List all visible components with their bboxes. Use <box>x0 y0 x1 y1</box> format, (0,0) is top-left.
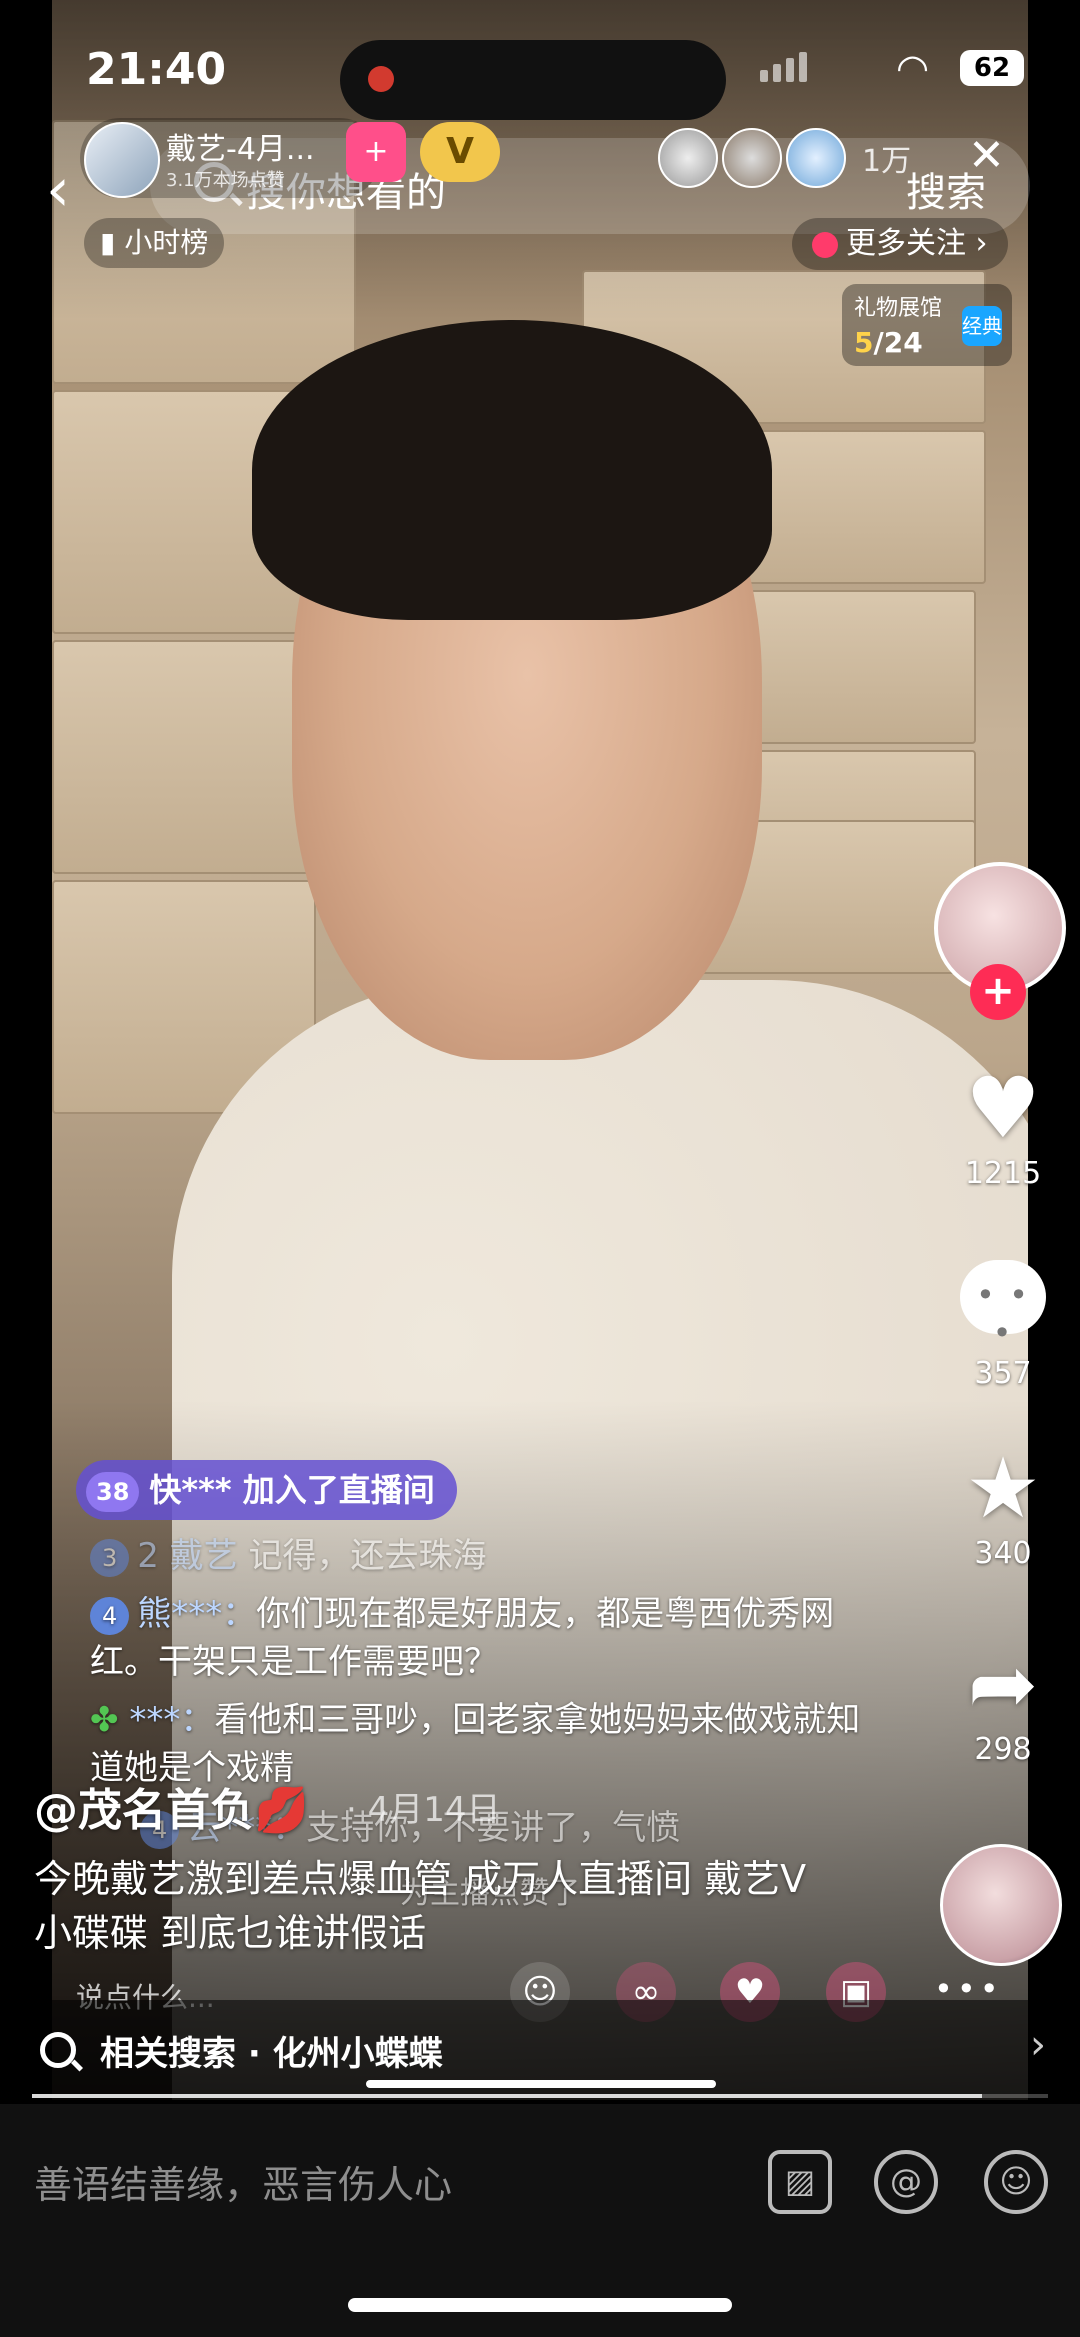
more-follow-label: 更多关注 <box>846 226 966 261</box>
music-disc-avatar[interactable] <box>940 1844 1062 1966</box>
close-icon[interactable]: ✕ <box>968 130 1005 181</box>
gift-hall-title: 礼物展馆 <box>854 296 943 321</box>
fan-club-heart-icon[interactable]: + <box>346 122 406 182</box>
wifi-icon: ◠ <box>896 46 930 90</box>
gift-hall-total: /24 <box>873 326 923 359</box>
share-arrow-icon: ➦ <box>967 1635 1039 1733</box>
chat-user: ***： <box>129 1700 215 1740</box>
search-icon <box>40 2032 76 2068</box>
image-icon[interactable]: ▨ <box>768 2150 832 2214</box>
level-badge: 38 <box>86 1472 140 1512</box>
hourly-rank-button[interactable]: ▮ 小时榜 <box>84 218 225 268</box>
viewer-avatar[interactable] <box>722 128 782 188</box>
host-name: 戴艺-4月... <box>166 132 315 167</box>
streamer-hair <box>252 320 772 620</box>
gift-hall-current: 5 <box>854 326 874 359</box>
comment-button[interactable]: 357 <box>948 1250 1058 1391</box>
video-progress-fill <box>32 2094 982 2098</box>
viewer-avatar[interactable] <box>786 128 846 188</box>
follow-icon <box>812 231 838 258</box>
follow-plus-icon[interactable]: + <box>970 964 1026 1020</box>
video-caption: 今晚戴艺激到差点爆血管 成万人直播间 戴艺V小碟碟 到底乜谁讲假话 <box>34 1857 807 1955</box>
comment-icon <box>960 1260 1046 1352</box>
chat-user: 2 戴艺 <box>137 1536 238 1576</box>
emoji-icon[interactable]: ☺ <box>984 2150 1048 2214</box>
chat-text: 记得，还去珠海 <box>248 1536 487 1576</box>
chat-message[interactable]: 32 戴艺 记得，还去珠海 <box>90 1532 710 1580</box>
post-date: · 4月14日 <box>346 1790 501 1830</box>
chat-message[interactable]: 4 熊***：你们现在都是好朋友，都是粤西优秀网红。干架只是工作需要吧？ <box>90 1590 890 1686</box>
hourly-rank-label: 小时榜 <box>124 226 209 259</box>
comment-input[interactable]: 善语结善缘，恶言伤人心 <box>34 2154 452 2209</box>
scrub-handle[interactable] <box>366 2080 716 2088</box>
recording-dot-icon <box>368 66 394 92</box>
comment-count: 357 <box>974 1356 1032 1391</box>
signal-icon <box>760 52 812 82</box>
mention-icon[interactable]: @ <box>874 2150 938 2214</box>
gift-hall-progress: 5/24 <box>854 326 923 359</box>
level-badge: 3 <box>90 1538 130 1577</box>
like-count: 1215 <box>964 1156 1042 1191</box>
back-arrow-icon[interactable]: ‹ <box>46 160 70 220</box>
join-notice: 38 快*** 加入了直播间 <box>76 1460 457 1520</box>
phone-screen: 21:40 ◠ 62 ‹ 搜你想看的 搜索 戴艺-4月... 3.1万本场点赞 … <box>0 0 1080 2337</box>
host-likes: 3.1万本场点赞 <box>166 170 285 191</box>
gift-hall[interactable]: 礼物展馆 5/24 经典 <box>842 284 1012 366</box>
chat-user: 熊***： <box>137 1594 257 1634</box>
related-search-label: 相关搜索 · 化州小蝶蝶 <box>100 2034 443 2074</box>
heart-icon: ♥ <box>965 1059 1041 1157</box>
viewer-avatar[interactable] <box>658 128 718 188</box>
verified-v-icon[interactable]: V <box>420 122 500 182</box>
host-avatar[interactable] <box>84 122 160 198</box>
chevron-right-icon: › <box>1030 2022 1046 2068</box>
star-icon: ★ <box>965 1439 1041 1537</box>
share-count: 298 <box>974 1732 1032 1767</box>
favorite-button[interactable]: ★ 340 <box>948 1440 1058 1571</box>
viewer-count[interactable]: 1万 <box>862 136 911 180</box>
status-bar: 21:40 ◠ 62 <box>0 40 1080 120</box>
author-handle[interactable]: @茂名首负💋 <box>34 1774 309 1838</box>
host-info[interactable]: 戴艺-4月... 3.1万本场点赞 <box>80 118 380 198</box>
status-time: 21:40 <box>86 44 227 95</box>
share-button[interactable]: ➦ 298 <box>948 1636 1058 1767</box>
favorite-count: 340 <box>974 1536 1032 1571</box>
clover-icon: ✤ <box>90 1700 119 1740</box>
join-text: 快*** 加入了直播间 <box>149 1471 435 1509</box>
like-button[interactable]: ♥ 1215 <box>948 1060 1058 1191</box>
home-indicator[interactable] <box>348 2298 732 2312</box>
dynamic-island <box>340 40 726 120</box>
level-badge: 4 <box>90 1596 130 1635</box>
carton-box <box>52 640 316 874</box>
more-follow-button[interactable]: 更多关注 › <box>792 218 1008 270</box>
gift-classic-icon: 经典 <box>962 306 1002 346</box>
battery-icon: 62 <box>960 50 1024 86</box>
